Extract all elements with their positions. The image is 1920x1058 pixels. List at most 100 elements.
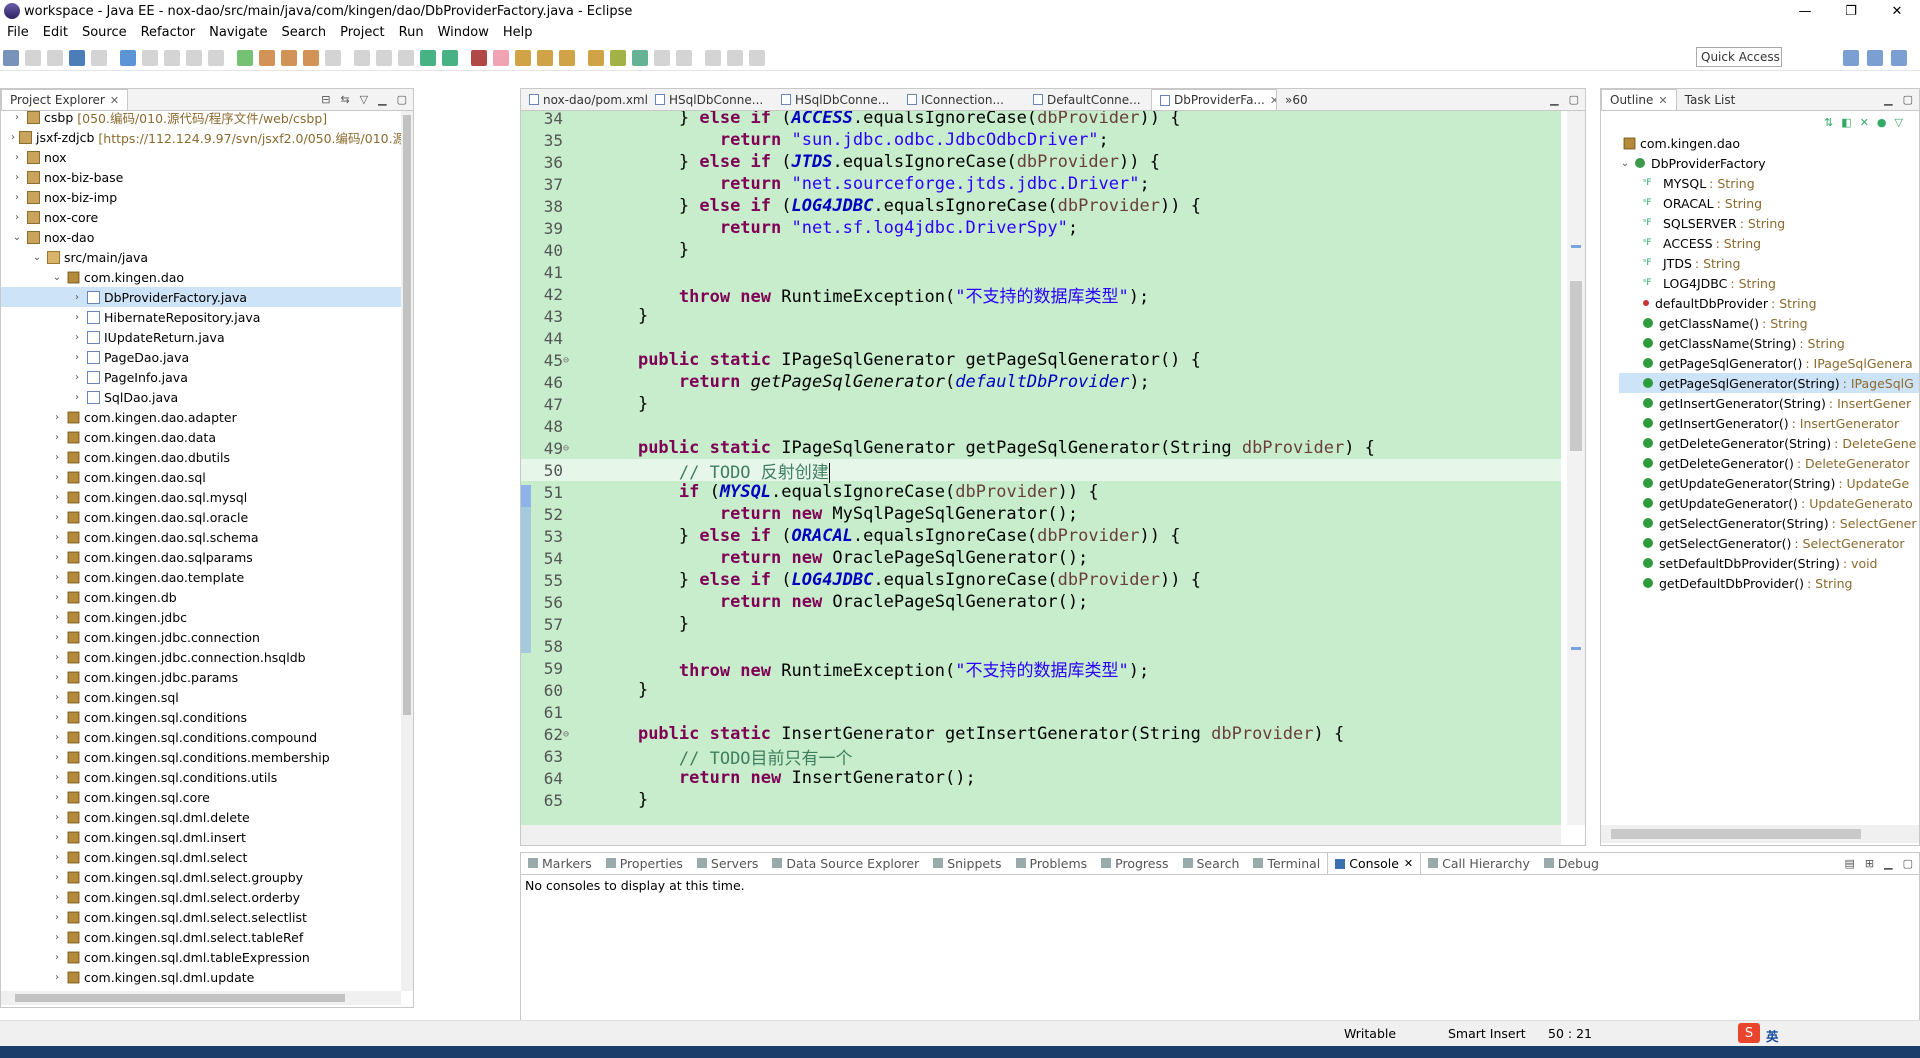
tree-item[interactable]: › com.kingen.sql.dml.select.selectlist <box>1 907 401 927</box>
tree-item[interactable]: › jsxf-zdjcb [https://112.124.9.97/svn/jsx… <box>1 127 401 147</box>
toolbar-icon[interactable] <box>91 49 107 66</box>
tree-expand-icon[interactable]: › <box>11 172 23 183</box>
outline-item[interactable]: getPageSqlGenerator(): IPageSqlGenera <box>1619 353 1919 373</box>
tree-item[interactable]: › com.kingen.dao.sqlparams <box>1 547 401 567</box>
outline-item[interactable]: ˢF SQLSERVER: String <box>1619 213 1919 233</box>
outline-item[interactable]: com.kingen.dao <box>1619 133 1919 153</box>
outline-item[interactable]: ˢF ACCESS: String <box>1619 233 1919 253</box>
tree-item[interactable]: › com.kingen.sql.dml.select.groupby <box>1 867 401 887</box>
tree-item[interactable]: › IUpdateReturn.java <box>1 327 401 347</box>
toolbar-icon[interactable] <box>69 49 85 66</box>
code-line[interactable]: 36 } else if (JTDS.equalsIgnoreCase(dbPr… <box>521 151 1561 173</box>
tree-expand-icon[interactable]: › <box>51 852 63 863</box>
menu-project[interactable]: Project <box>333 25 391 40</box>
tree-expand-icon[interactable]: › <box>51 472 63 483</box>
tree-expand-icon[interactable]: › <box>51 792 63 803</box>
toolbar-icon[interactable] <box>610 49 626 66</box>
minimize-view-icon[interactable]: ▁ <box>1884 857 1892 870</box>
tree-item[interactable]: › com.kingen.jdbc.params <box>1 667 401 687</box>
link-editor-icon[interactable]: ⇆ <box>340 93 349 106</box>
tree-item[interactable]: › com.kingen.sql.dml.select.tableRef <box>1 927 401 947</box>
maximize-view-icon[interactable]: ▢ <box>1903 857 1913 870</box>
tree-expand-icon[interactable]: › <box>51 772 63 783</box>
outline-item[interactable]: ˢF JTDS: String <box>1619 253 1919 273</box>
tree-expand-icon[interactable]: › <box>51 672 63 683</box>
tree-item[interactable]: › com.kingen.sql <box>1 687 401 707</box>
outline-item[interactable]: getPageSqlGenerator(String): IPageSqlG <box>1619 373 1919 393</box>
outline-item[interactable]: ˢF ORACAL: String <box>1619 193 1919 213</box>
java-ee-perspective-icon[interactable] <box>1867 49 1883 66</box>
editor-scroll-thumb[interactable] <box>1570 281 1582 451</box>
menu-help[interactable]: Help <box>496 25 540 40</box>
code-line[interactable]: 54 return new OraclePageSqlGenerator(); <box>521 547 1561 569</box>
minimize-view-icon[interactable]: ▁ <box>1884 93 1892 106</box>
tree-item[interactable]: › com.kingen.sql.dml.tableExpression <box>1 947 401 967</box>
hscroll-thumb[interactable] <box>1611 829 1861 839</box>
editor-tab[interactable]: IConnection... <box>899 89 1025 110</box>
tree-expand-icon[interactable]: › <box>11 152 23 163</box>
menu-navigate[interactable]: Navigate <box>202 25 274 40</box>
close-icon[interactable]: ✕ <box>1658 94 1667 107</box>
toolbar-icon[interactable] <box>588 49 604 66</box>
hide-fields-icon[interactable]: ◧ <box>1841 116 1851 129</box>
maximize-icon[interactable]: ❐ <box>1828 0 1874 22</box>
toolbar-icon[interactable] <box>559 49 575 66</box>
code-line[interactable]: 58 <box>521 635 1561 657</box>
tree-expand-icon[interactable]: › <box>51 652 63 663</box>
tree-item[interactable]: › com.kingen.jdbc.connection.hsqldb <box>1 647 401 667</box>
tree-expand-icon[interactable]: › <box>51 812 63 823</box>
menu-window[interactable]: Window <box>431 25 496 40</box>
toolbar-icon[interactable] <box>676 49 692 66</box>
toolbar-icon[interactable] <box>237 49 253 66</box>
code-line[interactable]: 60 } <box>521 679 1561 701</box>
tab-debug[interactable]: Debug <box>1537 852 1606 874</box>
tab-markers[interactable]: Markers <box>521 852 599 874</box>
menu-source[interactable]: Source <box>75 25 134 40</box>
toolbar-icon[interactable] <box>442 49 458 66</box>
tree-item[interactable]: › com.kingen.sql.core <box>1 787 401 807</box>
outline-item[interactable]: getSelectGenerator(): SelectGenerator <box>1619 533 1919 553</box>
tree-item[interactable]: › com.kingen.sql.dml.insert <box>1 827 401 847</box>
toolbar-icon[interactable] <box>398 49 414 66</box>
code-line[interactable]: 53 } else if (ORACAL.equalsIgnoreCase(db… <box>521 525 1561 547</box>
code-line[interactable]: 45 ⊖ public static IPageSqlGenerator getP… <box>521 349 1561 371</box>
tree-expand-icon[interactable]: › <box>51 452 63 463</box>
code-line[interactable]: 62 ⊖ public static InsertGenerator getIns… <box>521 723 1561 745</box>
tab-search[interactable]: Search <box>1176 852 1247 874</box>
toolbar-icon[interactable] <box>303 49 319 66</box>
code-line[interactable]: 49 ⊖ public static IPageSqlGenerator getP… <box>521 437 1561 459</box>
tree-expand-icon[interactable]: › <box>51 512 63 523</box>
tree-item[interactable]: ⌄ src/main/java <box>1 247 401 267</box>
toolbar-icon[interactable] <box>515 49 531 66</box>
code-line[interactable]: 46 return getPageSqlGenerator(defaultDbP… <box>521 371 1561 393</box>
minimize-view-icon[interactable]: ▁ <box>378 93 386 106</box>
tree-expand-icon[interactable]: › <box>51 572 63 583</box>
tree-expand-icon[interactable]: › <box>51 592 63 603</box>
tree-item[interactable]: ⌄ com.kingen.dao <box>1 267 401 287</box>
view-menu-icon[interactable]: ▽ <box>360 93 368 106</box>
sort-icon[interactable]: ⇅ <box>1824 116 1833 129</box>
toolbar-icon[interactable] <box>705 49 721 66</box>
maximize-view-icon[interactable]: ▢ <box>397 93 407 106</box>
tab-properties[interactable]: Properties <box>599 852 690 874</box>
tree-item[interactable]: › HibernateRepository.java <box>1 307 401 327</box>
toolbar-icon[interactable] <box>654 49 670 66</box>
toolbar-icon[interactable] <box>354 49 370 66</box>
tree-expand-icon[interactable]: › <box>11 212 23 223</box>
tree-expand-icon[interactable]: › <box>51 632 63 643</box>
outline-item[interactable]: getUpdateGenerator(String): UpdateGe <box>1619 473 1919 493</box>
outline-item[interactable]: ˢF MYSQL: String <box>1619 173 1919 193</box>
menu-run[interactable]: Run <box>392 25 431 40</box>
perspective-icon[interactable] <box>1843 49 1859 66</box>
tree-item[interactable]: › nox-biz-imp <box>1 187 401 207</box>
tree-expand-icon[interactable]: › <box>51 892 63 903</box>
tree-expand-icon[interactable]: ⌄ <box>11 232 23 243</box>
code-line[interactable]: 35 return "sun.jdbc.odbc.JdbcOdbcDriver"… <box>521 129 1561 151</box>
toolbar-icon[interactable] <box>186 49 202 66</box>
tree-item[interactable]: › com.kingen.jdbc <box>1 607 401 627</box>
tab-console[interactable]: Console ✕ <box>1327 852 1422 874</box>
outline-item[interactable]: defaultDbProvider: String <box>1619 293 1919 313</box>
toolbar-icon[interactable] <box>325 49 341 66</box>
tree-expand-icon[interactable]: › <box>71 332 83 343</box>
tree-item[interactable]: › com.kingen.sql.conditions.compound <box>1 727 401 747</box>
